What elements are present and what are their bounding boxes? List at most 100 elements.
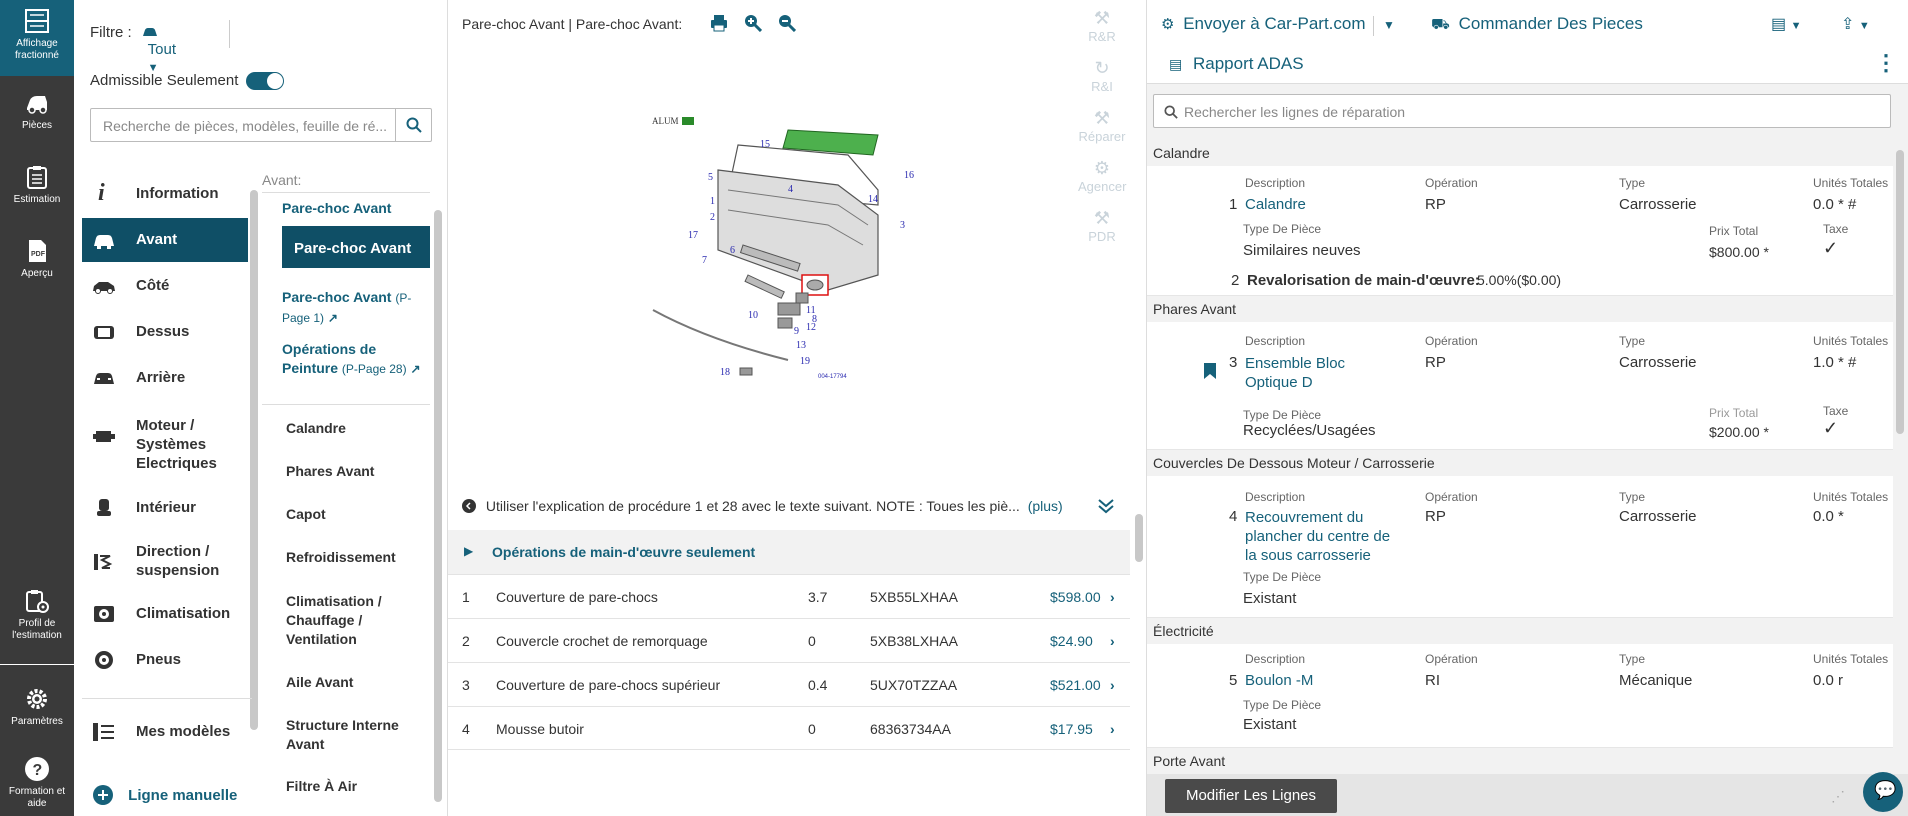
subcategory-item[interactable]: Filtre À Air: [286, 778, 454, 794]
line-description[interactable]: Ensemble Bloc Optique D: [1245, 354, 1385, 392]
expand-icon[interactable]: [1096, 496, 1116, 516]
car-front-icon: [94, 235, 114, 249]
tool-align[interactable]: ⚙ Agencer: [1078, 158, 1126, 208]
subcategory-parent-link[interactable]: Pare-choc Avant: [282, 200, 450, 216]
subcategory-page-link[interactable]: Pare-choc Avant (P-Page 1) ↗: [282, 288, 432, 328]
export-menu-icon[interactable]: ⇪ ▼: [1841, 14, 1870, 34]
category-ac[interactable]: Climatisation: [82, 592, 248, 636]
line-units: 0.0 r: [1813, 672, 1844, 689]
rail-help[interactable]: ? Formation et aide: [0, 756, 74, 810]
rail-estimate[interactable]: Estimation: [0, 164, 74, 206]
part-row[interactable]: 1 Couverture de pare-chocs 3.7 5XB55LXHA…: [448, 574, 1130, 618]
parts-search-box[interactable]: Recherche de pièces, modèles, feuille de…: [90, 108, 432, 142]
part-row[interactable]: 2 Couvercle crochet de remorquage 0 5XB3…: [448, 618, 1130, 662]
category-engine[interactable]: Moteur / Systèmes Electriques: [82, 406, 248, 472]
zoom-out-icon[interactable]: [778, 14, 796, 32]
diagram-code: 004-17794: [818, 374, 847, 380]
subcategory-item[interactable]: Phares Avant: [286, 463, 454, 479]
labor-operations-label: Opérations de main-d'œuvre seulement: [492, 544, 756, 560]
adas-report-button[interactable]: ▤ Rapport ADAS: [1169, 54, 1304, 74]
rail-split-view[interactable]: Affichage fractionné: [0, 0, 74, 76]
filter-dropdown[interactable]: Tout ▼: [142, 24, 176, 75]
zoom-in-icon[interactable]: [744, 14, 762, 32]
tool-label: Réparer: [1078, 129, 1126, 144]
tool-rr[interactable]: ⚒ R&R: [1078, 8, 1126, 58]
tool-label: Agencer: [1078, 179, 1127, 194]
repair-lines-search[interactable]: Rechercher les lignes de réparation: [1153, 94, 1891, 128]
modify-lines-button[interactable]: Modifier Les Lignes: [1165, 779, 1337, 813]
rail-preview[interactable]: PDF Aperçu: [0, 238, 74, 280]
manual-line-button[interactable]: Ligne manuelle: [92, 784, 237, 806]
resize-handle-icon[interactable]: ⋰: [1831, 788, 1845, 805]
category-information[interactable]: i Information: [82, 172, 248, 216]
estimate-scrollbar[interactable]: [1895, 140, 1905, 748]
category-front[interactable]: Avant: [82, 218, 248, 262]
subcategory-item[interactable]: Capot: [286, 506, 454, 522]
col-header: Type De Pièce: [1243, 698, 1322, 712]
rail-label: fractionné: [15, 50, 59, 61]
category-tires[interactable]: Pneus: [82, 638, 248, 682]
category-rear[interactable]: Arrière: [82, 356, 248, 400]
note-text: Utiliser l'explication de procédure 1 et…: [485, 498, 1020, 514]
line-description[interactable]: Boulon -M: [1245, 672, 1313, 689]
estimate-line[interactable]: Description Opération Type Unités Totale…: [1147, 166, 1893, 296]
line-description[interactable]: Calandre: [1245, 196, 1306, 213]
paint-operations-link[interactable]: Opérations de Peinture (P-Page 28) ↗: [282, 340, 432, 379]
col-header: Opération: [1425, 176, 1478, 190]
part-number: 4: [462, 721, 470, 737]
category-scrollbar[interactable]: [250, 176, 258, 756]
rail-estimate-profile[interactable]: Profil de l'estimation: [0, 588, 74, 642]
category-side[interactable]: Côté: [82, 264, 248, 308]
note-more-link[interactable]: (plus): [1028, 498, 1063, 514]
bookmark-icon[interactable]: [1203, 362, 1217, 380]
subcategory-item[interactable]: Refroidissement: [286, 549, 454, 565]
labor-operations-row[interactable]: ▶ Opérations de main-d'œuvre seulement: [448, 530, 1130, 574]
estimate-line[interactable]: Description Opération Type Unités Totale…: [1147, 644, 1893, 748]
line-type: Carrosserie: [1619, 196, 1697, 213]
eligible-only-label: Admissible Seulement: [90, 72, 239, 89]
seat-icon: [97, 499, 111, 516]
subcategory-item[interactable]: Structure Interne Avant: [286, 716, 406, 754]
subcategory-item[interactable]: Calandre: [286, 420, 454, 436]
category-interior[interactable]: Intérieur: [82, 486, 248, 530]
category-steering[interactable]: Direction / suspension: [82, 536, 248, 586]
col-header: Type De Pièce: [1243, 222, 1322, 236]
col-header: Opération: [1425, 334, 1478, 348]
subcategory-scrollbar[interactable]: [434, 196, 442, 816]
category-label: Dessus: [136, 323, 190, 340]
document-menu-icon[interactable]: ▤ ▼: [1771, 14, 1801, 34]
line-number: 5: [1229, 672, 1238, 689]
category-label: Direction / suspension: [136, 543, 220, 579]
eligible-only-toggle[interactable]: [246, 72, 284, 90]
col-header: Description: [1245, 652, 1306, 666]
tool-pdr[interactable]: ⚒ PDR: [1078, 208, 1126, 258]
print-icon[interactable]: [710, 14, 728, 32]
tool-ri[interactable]: ↻ R&I: [1078, 58, 1126, 108]
parts-diagram[interactable]: ALUM 15 5 1 2 17 7 6 10 11 12 13 18 19 9…: [648, 100, 958, 390]
my-models[interactable]: Mes modèles: [82, 710, 248, 754]
col-header: Unités Totales: [1813, 334, 1889, 348]
subcategory-selected[interactable]: Pare-choc Avant: [282, 226, 430, 268]
subcategory-item[interactable]: Climatisation / Chauffage / Ventilation: [286, 592, 406, 649]
line-description[interactable]: Recouvrement du plancher du centre de la…: [1245, 508, 1395, 565]
part-row[interactable]: 3 Couverture de pare-chocs supérieur 0.4…: [448, 662, 1130, 706]
estimate-line[interactable]: Description Opération Type Unités Totale…: [1147, 322, 1893, 450]
tool-repair[interactable]: ⚒ Réparer: [1078, 108, 1126, 158]
category-top[interactable]: Dessus: [82, 310, 248, 354]
col-header: Type De Pièce: [1243, 570, 1322, 584]
send-to-carpart-button[interactable]: ⚙ Envoyer à Car-Part.com: [1161, 14, 1366, 34]
send-dropdown-icon[interactable]: ▼: [1383, 18, 1395, 32]
more-options-icon[interactable]: ⋮: [1875, 50, 1897, 76]
chat-button[interactable]: 💬: [1863, 772, 1903, 812]
rail-settings[interactable]: Paramètres: [0, 686, 74, 728]
part-row[interactable]: 4 Mousse butoir 0 68363734AA $17.95 ›: [448, 706, 1130, 750]
estimate-line[interactable]: Description Opération Type Unités Totale…: [1147, 476, 1893, 618]
rail-parts[interactable]: Pièces: [0, 90, 74, 132]
part-code: 5XB55LXHAA: [870, 589, 958, 605]
hammer-icon: ⚒: [1093, 108, 1111, 128]
search-button[interactable]: [395, 109, 431, 141]
parts-scrollbar[interactable]: [1134, 496, 1144, 750]
col-header: Description: [1245, 176, 1306, 190]
subcategory-item[interactable]: Aile Avant: [286, 674, 454, 690]
order-parts-button[interactable]: ⛟ Commander Des Pieces: [1431, 14, 1643, 35]
